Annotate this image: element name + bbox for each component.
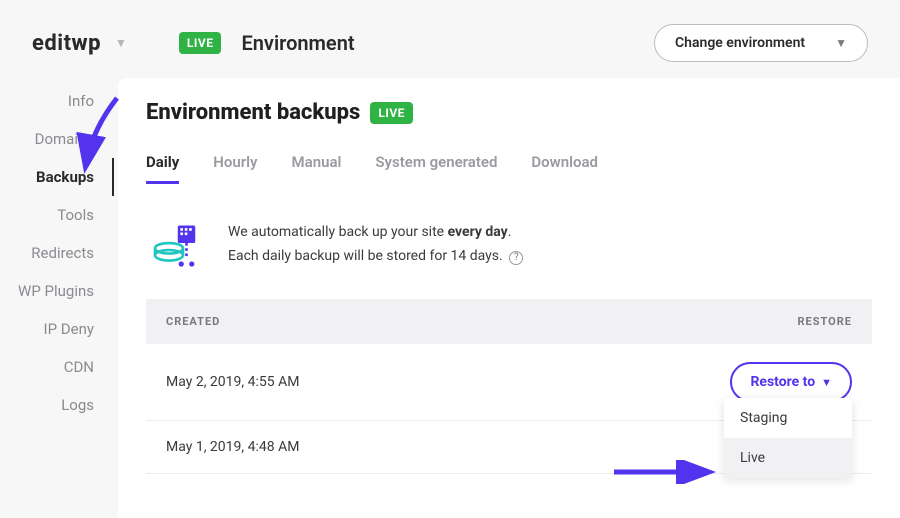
info-text: We automatically back up your site every… <box>228 221 523 269</box>
logo-prefix: edit <box>32 31 72 56</box>
environment-label: Environment <box>241 31 354 55</box>
change-environment-button[interactable]: Change environment ▼ <box>654 24 868 62</box>
restore-to-label: Restore to <box>750 374 815 390</box>
sidebar-item-domains[interactable]: Domains <box>0 120 114 158</box>
restore-dropdown: Staging Live <box>724 398 852 478</box>
info-line1-pre: We automatically back up your site <box>228 224 448 240</box>
tab-manual[interactable]: Manual <box>292 153 342 184</box>
tab-hourly[interactable]: Hourly <box>213 153 257 184</box>
page-title-text: Environment backups <box>146 100 360 125</box>
backup-created-date: May 1, 2019, 4:48 AM <box>166 439 299 455</box>
tab-download[interactable]: Download <box>531 153 598 184</box>
dropdown-option-live[interactable]: Live <box>724 438 852 478</box>
info-line1-post: . <box>508 224 512 240</box>
main-content: Environment backups LIVE Daily Hourly Ma… <box>118 78 900 518</box>
chevron-down-icon: ▼ <box>821 376 832 389</box>
page-live-badge: LIVE <box>370 102 413 124</box>
logo-suffix: wp <box>72 31 101 56</box>
backup-created-date: May 2, 2019, 4:55 AM <box>166 374 299 390</box>
dropdown-option-staging[interactable]: Staging <box>724 398 852 438</box>
info-line1-bold: every day <box>448 224 508 240</box>
sidebar-item-logs[interactable]: Logs <box>0 386 114 424</box>
table-header-restore: RESTORE <box>798 315 853 328</box>
table-row: May 2, 2019, 4:55 AM Restore to ▼ Stagin… <box>146 344 872 421</box>
info-line2: Each daily backup will be stored for 14 … <box>228 248 503 264</box>
table-header-created: CREATED <box>166 315 220 328</box>
help-icon[interactable]: ? <box>509 251 523 265</box>
sidebar-item-info[interactable]: Info <box>0 82 114 120</box>
sidebar-item-cdn[interactable]: CDN <box>0 348 114 386</box>
sidebar: Info Domains Backups Tools Redirects WP … <box>0 78 114 424</box>
chevron-down-icon: ▼ <box>835 36 847 50</box>
logo: editwp <box>32 31 101 56</box>
tab-system-generated[interactable]: System generated <box>375 153 497 184</box>
change-environment-label: Change environment <box>675 35 805 51</box>
page-title: Environment backups LIVE <box>146 100 872 125</box>
tabs: Daily Hourly Manual System generated Dow… <box>146 153 872 185</box>
live-badge: LIVE <box>179 32 222 54</box>
site-switcher-chevron-icon[interactable]: ▼ <box>115 36 127 50</box>
sidebar-item-redirects[interactable]: Redirects <box>0 234 114 272</box>
top-bar: editwp ▼ LIVE Environment Change environ… <box>0 0 900 78</box>
info-row: We automatically back up your site every… <box>146 213 872 299</box>
table-header: CREATED RESTORE <box>146 299 872 344</box>
sidebar-item-backups[interactable]: Backups <box>0 158 114 196</box>
tab-daily[interactable]: Daily <box>146 153 179 184</box>
sidebar-item-ip-deny[interactable]: IP Deny <box>0 310 114 348</box>
backup-illustration-icon <box>148 215 204 275</box>
restore-to-button[interactable]: Restore to ▼ <box>730 362 852 402</box>
sidebar-item-tools[interactable]: Tools <box>0 196 114 234</box>
sidebar-item-wp-plugins[interactable]: WP Plugins <box>0 272 114 310</box>
